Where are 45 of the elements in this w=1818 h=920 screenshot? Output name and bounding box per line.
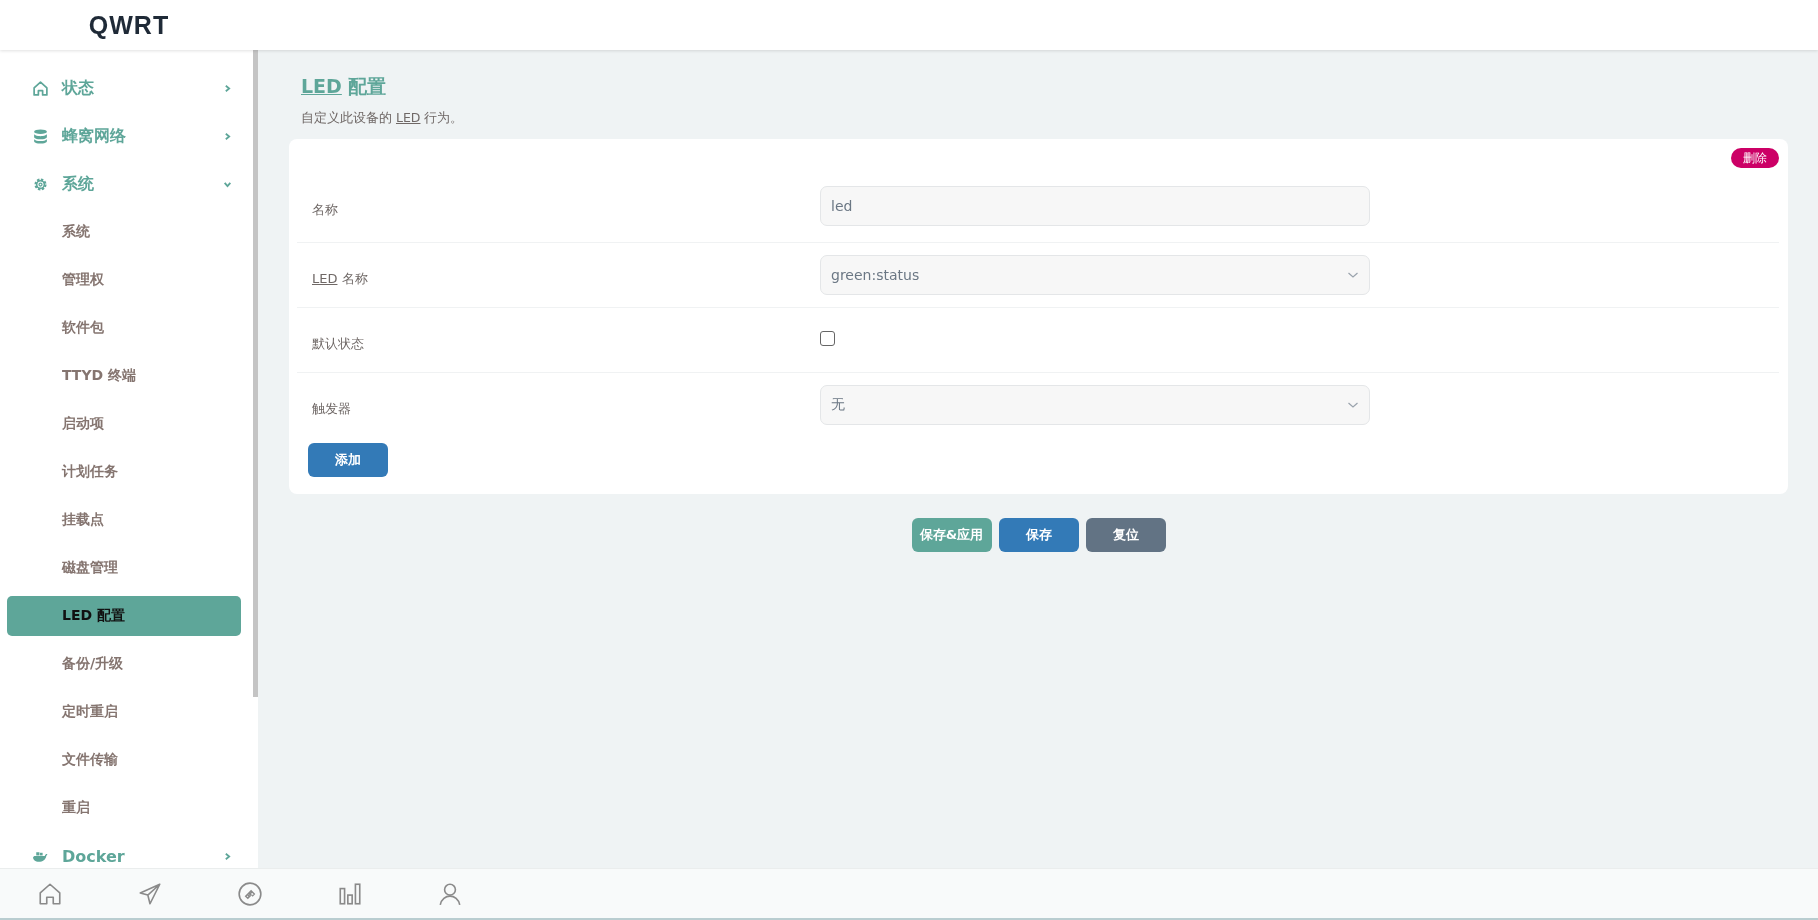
chevron-icon: [223, 179, 232, 189]
link-icon[interactable]: [237, 880, 263, 907]
field-label: 默认状态: [311, 335, 365, 353]
database-icon: [32, 127, 49, 145]
caret-icon: [1347, 401, 1359, 409]
scrollbar[interactable]: [253, 50, 258, 697]
name-field[interactable]: led: [820, 186, 1370, 226]
chevron-icon: [223, 83, 232, 93]
dropdown[interactable]: green:status: [820, 255, 1370, 295]
logo-text: QWRT: [88, 10, 170, 40]
submenu-item[interactable]: 备份/升级: [7, 644, 241, 684]
menu-item[interactable]: Docker: [0, 832, 250, 868]
bar-chart-icon[interactable]: [337, 880, 363, 907]
submenu-item[interactable]: 系统: [7, 212, 241, 252]
menu-item[interactable]: 系统: [0, 160, 250, 208]
submenu-item[interactable]: 文件传输: [7, 740, 241, 780]
submenu-item[interactable]: 软件包: [7, 308, 241, 348]
page-title: LED 配置: [300, 74, 388, 99]
submenu-item[interactable]: LED 配置: [7, 596, 241, 636]
chevron-icon: [223, 851, 232, 861]
checkbox[interactable]: [820, 330, 835, 346]
submenu-item[interactable]: 挂载点: [7, 500, 241, 540]
chevron-icon: [223, 131, 232, 141]
home-icon: [32, 79, 49, 97]
submenu-item[interactable]: TTYD 终端: [7, 356, 241, 396]
submenu-item[interactable]: 管理权: [7, 260, 241, 300]
action-button[interactable]: 保存: [998, 518, 1079, 552]
page-description: 自定义此设备的 LED 行为。: [301, 110, 465, 127]
submenu-item[interactable]: 计划任务: [7, 452, 241, 492]
dropdown[interactable]: 无: [820, 385, 1370, 425]
submenu-item[interactable]: 定时重启: [7, 692, 241, 732]
menu-item[interactable]: 状态: [0, 64, 250, 112]
caret-icon: [1347, 271, 1359, 279]
submenu-item[interactable]: 启动项: [7, 404, 241, 444]
add-button[interactable]: 添加: [308, 443, 388, 477]
submenu-item[interactable]: 磁盘管理: [7, 548, 241, 588]
action-button[interactable]: 复位: [1085, 518, 1166, 552]
action-button[interactable]: 保存&应用: [911, 518, 992, 552]
field-label: LED 名称: [311, 270, 369, 288]
field-label: 触发器: [311, 400, 352, 418]
field-label: 名称: [311, 201, 339, 219]
delete-button[interactable]: 删除: [1731, 148, 1779, 168]
paper-plane-icon[interactable]: [137, 880, 163, 907]
submenu-item[interactable]: 重启: [7, 788, 241, 828]
menu-item[interactable]: 蜂窝网络: [0, 112, 250, 160]
